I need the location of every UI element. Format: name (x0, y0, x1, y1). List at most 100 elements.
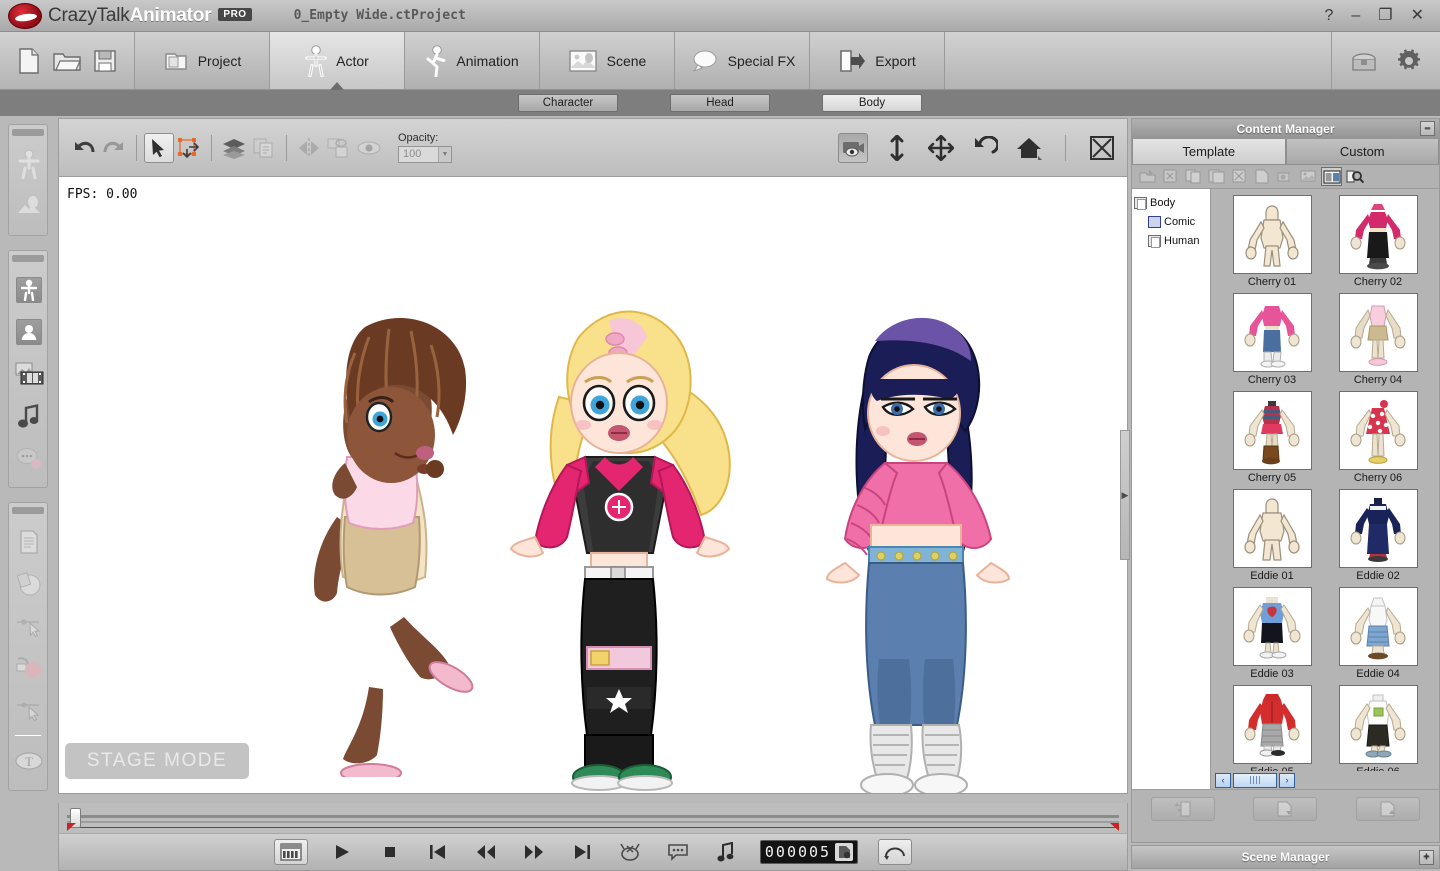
thumbnail[interactable] (1338, 685, 1418, 764)
scroll-thumb[interactable] (1233, 772, 1277, 788)
content-item[interactable]: Eddie 04 (1329, 587, 1427, 680)
subtab-body[interactable]: Body (822, 94, 922, 112)
color-palette-icon[interactable] (9, 563, 49, 605)
scroll-prev-button[interactable]: ‹ (1215, 772, 1231, 788)
range-start-marker[interactable] (67, 823, 76, 831)
thumbnail[interactable] (1232, 293, 1312, 372)
thumbnail[interactable] (1232, 685, 1312, 764)
close-button[interactable]: ✕ (1411, 7, 1424, 24)
add-to-library-button[interactable] (1253, 796, 1318, 821)
scene-rail-icon[interactable] (9, 185, 49, 227)
save-out-button[interactable] (1355, 796, 1420, 821)
delete-icon[interactable] (1229, 167, 1250, 186)
content-grid-scrollbar[interactable]: ‹ › (1211, 771, 1439, 789)
actor-rail-icon[interactable] (9, 143, 49, 185)
rewind-button[interactable] (472, 840, 500, 864)
tab-special-fx[interactable]: Special FX (675, 32, 810, 89)
copy-icon[interactable] (1183, 167, 1204, 186)
thumbnail[interactable] (1232, 391, 1312, 470)
content-item[interactable]: Eddie 02 (1329, 489, 1427, 582)
viewport-collapse-handle[interactable]: ▶ (1120, 430, 1130, 560)
chevron-down-icon[interactable]: ▼ (438, 147, 451, 162)
tree-node-human[interactable]: Human (1134, 231, 1210, 250)
motion-path-icon[interactable] (9, 689, 49, 731)
stop-button[interactable] (376, 840, 404, 864)
last-frame-button[interactable] (568, 840, 596, 864)
content-item[interactable]: Eddie 05 (1223, 685, 1321, 778)
preview-camera-icon[interactable] (838, 132, 868, 163)
first-frame-button[interactable] (424, 840, 452, 864)
minimize-button[interactable]: – (1351, 7, 1360, 24)
content-item[interactable]: Cherry 05 (1223, 391, 1321, 484)
motion-key-icon[interactable] (9, 605, 49, 647)
content-manager-minimize-button[interactable]: – (1420, 121, 1435, 136)
timeline-scrub-bar[interactable] (58, 803, 1128, 833)
duplicate-icon[interactable] (249, 133, 279, 163)
new-document-icon[interactable] (14, 46, 44, 76)
subtab-head[interactable]: Head (670, 94, 770, 112)
play-button[interactable] (328, 840, 356, 864)
flip-horizontal-icon[interactable] (294, 133, 324, 163)
cut-icon[interactable] (1160, 167, 1181, 186)
apply-to-actor-button[interactable] (1151, 796, 1216, 821)
move-vertical-icon[interactable] (882, 133, 912, 163)
content-item[interactable]: Eddie 03 (1223, 587, 1321, 680)
thumbnail[interactable] (1232, 587, 1312, 666)
script-document-icon[interactable] (9, 521, 49, 563)
tab-scene[interactable]: Scene (540, 32, 675, 89)
scene-manager-bar[interactable]: Scene Manager + (1131, 845, 1440, 869)
content-item[interactable]: Cherry 01 (1223, 195, 1321, 288)
tab-animation[interactable]: Animation (405, 32, 540, 89)
tab-export[interactable]: Export (810, 32, 945, 89)
speech-bubble-icon[interactable] (9, 437, 49, 479)
tree-node-comic[interactable]: Comic (1134, 212, 1210, 231)
paste-icon[interactable] (1206, 167, 1227, 186)
scene-manager-expand-button[interactable]: + (1419, 850, 1434, 865)
character-dark-hair[interactable] (759, 217, 1059, 794)
eye-icon[interactable] (354, 133, 384, 163)
view-detail-icon[interactable] (1321, 167, 1342, 186)
content-item[interactable]: Eddie 01 (1223, 489, 1321, 582)
content-tree[interactable]: Body Comic Human (1132, 189, 1211, 789)
search-icon[interactable] (1344, 167, 1365, 186)
restore-button[interactable]: ❐ (1378, 7, 1392, 24)
audio-button[interactable] (712, 840, 740, 864)
character-icon[interactable] (9, 269, 49, 311)
thumbnail[interactable] (1338, 391, 1418, 470)
tab-custom[interactable]: Custom (1285, 139, 1439, 165)
redo-icon[interactable] (99, 133, 129, 163)
face-puppet-icon[interactable] (616, 840, 644, 864)
import-icon[interactable] (1137, 167, 1158, 186)
range-end-marker[interactable] (1110, 823, 1119, 831)
capture-icon[interactable] (1275, 167, 1296, 186)
home-icon[interactable] (1014, 133, 1044, 163)
content-item[interactable]: Eddie 06 (1329, 685, 1427, 778)
opacity-input[interactable]: 100 ▼ (398, 146, 452, 163)
face-icon[interactable] (9, 311, 49, 353)
puppet-ball-icon[interactable] (9, 647, 49, 689)
tab-template[interactable]: Template (1132, 139, 1286, 165)
thumbnail[interactable] (1232, 489, 1312, 568)
thumbnail[interactable] (1232, 195, 1312, 274)
music-note-icon[interactable] (9, 395, 49, 437)
forward-button[interactable] (520, 840, 548, 864)
move-icon[interactable] (926, 133, 956, 163)
treasure-chest-icon[interactable] (1350, 49, 1378, 73)
content-item[interactable]: Cherry 04 (1329, 293, 1427, 386)
save-icon[interactable] (90, 46, 120, 76)
tab-actor[interactable]: Actor (270, 32, 405, 90)
thumbnail[interactable] (1338, 587, 1418, 666)
help-button[interactable]: ? (1324, 7, 1333, 24)
stage-canvas[interactable]: FPS: 0.00 STAGE MODE (58, 176, 1128, 794)
tree-node-body[interactable]: Body (1134, 193, 1210, 212)
thumbnail[interactable] (1338, 489, 1418, 568)
content-item[interactable]: Cherry 03 (1223, 293, 1321, 386)
select-arrow-icon[interactable] (144, 132, 174, 163)
transform-icon[interactable] (174, 133, 204, 163)
replace-thumbnail-icon[interactable] (1298, 167, 1319, 186)
speech-icon[interactable] (664, 840, 692, 864)
loop-icon[interactable] (878, 839, 913, 865)
timeline-button[interactable] (273, 839, 308, 865)
fit-screen-icon[interactable] (1087, 133, 1117, 163)
frame-settings-icon[interactable] (835, 843, 854, 861)
